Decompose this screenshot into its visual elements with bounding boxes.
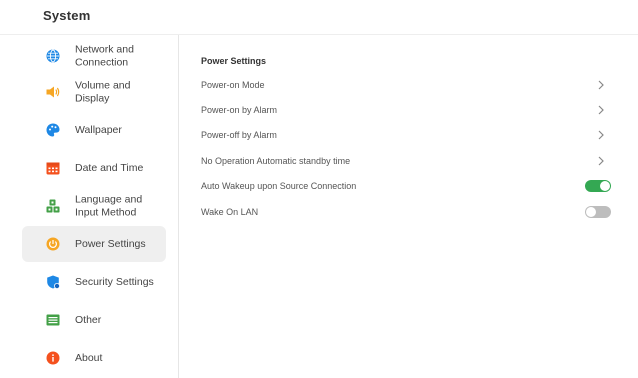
chevron-right-icon — [598, 105, 604, 115]
setting-row-power-off-by-alarm[interactable]: Power-off by Alarm — [201, 125, 611, 145]
setting-row-power-on-by-alarm[interactable]: Power-on by Alarm — [201, 100, 611, 120]
setting-row-power-on-mode[interactable]: Power-on Mode — [201, 75, 611, 95]
sidebar-item-label: Language and Input Method — [75, 193, 143, 219]
sidebar-item-label: Date and Time — [75, 161, 144, 174]
title-bar: System — [0, 0, 638, 35]
setting-label: Power-on by Alarm — [201, 105, 278, 115]
language-icon — [46, 199, 60, 213]
sidebar-item-network-and-connection[interactable]: Network and Connection — [22, 38, 166, 74]
sidebar-item-label: Network and Connection — [75, 43, 134, 69]
sidebar-item-about[interactable]: About — [22, 340, 166, 376]
sidebar: Network and Connection Volume and Displa… — [0, 35, 179, 378]
setting-label: Power-off by Alarm — [201, 130, 277, 140]
toggle-knob — [600, 181, 610, 191]
chevron-right-icon — [598, 156, 604, 166]
sidebar-item-date-and-time[interactable]: Date and Time — [22, 150, 166, 186]
sidebar-item-volume-and-display[interactable]: Volume and Display — [22, 74, 166, 110]
sidebar-item-other[interactable]: Other — [22, 302, 166, 338]
power-icon — [46, 237, 60, 251]
calendar-icon — [46, 161, 60, 175]
auto-wakeup-toggle[interactable] — [585, 180, 611, 192]
palette-icon — [46, 123, 60, 137]
speaker-icon — [46, 85, 60, 99]
sidebar-item-power-settings[interactable]: Power Settings — [22, 226, 166, 262]
wake-on-lan-toggle[interactable] — [585, 206, 611, 218]
setting-label: Power-on Mode — [201, 80, 265, 90]
sidebar-item-label: Security Settings — [75, 275, 154, 288]
sidebar-item-label: Other — [75, 313, 102, 326]
list-icon — [46, 313, 60, 327]
sidebar-item-label: Power Settings — [75, 237, 146, 250]
settings-panel: Power Settings Power-on Mode Power-on by… — [179, 35, 638, 378]
sidebar-item-wallpaper[interactable]: Wallpaper — [22, 112, 166, 148]
info-icon — [46, 351, 60, 365]
setting-row-standby-time[interactable]: No Operation Automatic standby time — [201, 151, 611, 171]
sidebar-item-label: Wallpaper — [75, 123, 122, 136]
toggle-knob — [586, 207, 596, 217]
shield-icon — [46, 275, 60, 289]
sidebar-item-security-settings[interactable]: Security Settings — [22, 264, 166, 300]
setting-label: Auto Wakeup upon Source Connection — [201, 181, 357, 191]
chevron-right-icon — [598, 130, 604, 140]
sidebar-item-label: Volume and Display — [75, 79, 131, 105]
setting-label: No Operation Automatic standby time — [201, 156, 351, 166]
sidebar-item-language-and-input-method[interactable]: Language and Input Method — [22, 188, 166, 224]
page-title: System — [43, 8, 91, 23]
sidebar-item-label: About — [75, 351, 103, 364]
setting-row-auto-wakeup: Auto Wakeup upon Source Connection — [201, 176, 611, 196]
chevron-right-icon — [598, 80, 604, 90]
setting-label: Wake On LAN — [201, 207, 259, 217]
section-title: Power Settings — [201, 56, 267, 66]
globe-icon — [46, 49, 60, 63]
setting-row-wake-on-lan: Wake On LAN — [201, 202, 611, 222]
